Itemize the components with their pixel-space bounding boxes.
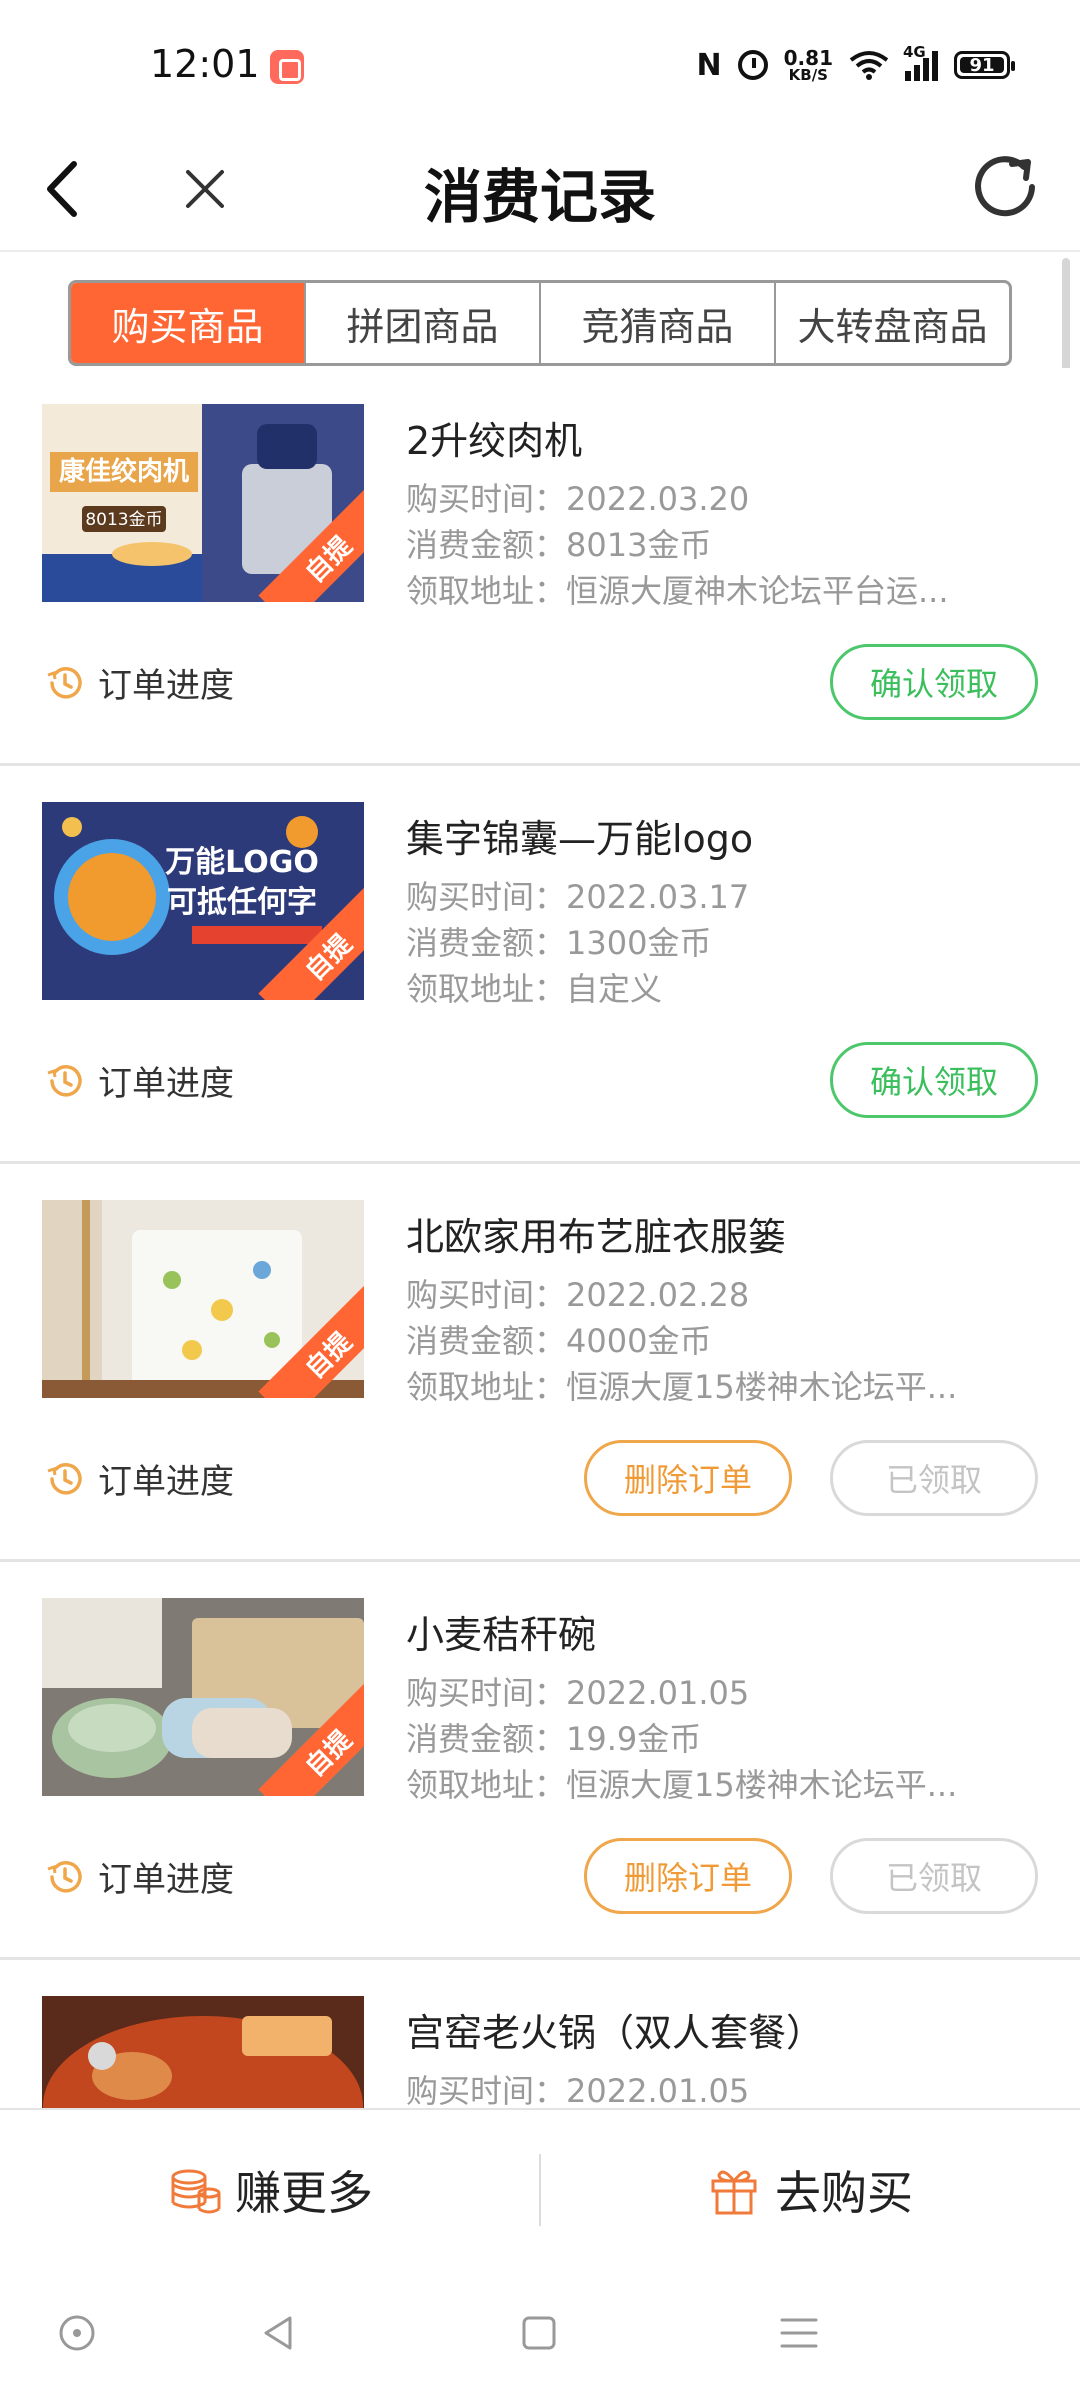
product-thumbnail[interactable]: 康佳绞肉机 8013金币 自提 — [42, 404, 364, 602]
earn-more-button[interactable]: 赚更多 — [0, 2110, 540, 2270]
signal-bar — [932, 51, 938, 81]
confirm-pickup-button[interactable]: 确认领取 — [830, 644, 1038, 720]
order-address: 领取地址：恒源大厦15楼神木论坛平... — [406, 1368, 958, 1406]
order-progress-label: 订单进度 — [98, 666, 234, 706]
status-icons: N 0.81 KB/S 4G 91 — [696, 40, 1015, 90]
cellular-signal-icon: 4G — [903, 43, 938, 81]
nfc-icon: N — [696, 47, 722, 83]
refresh-icon[interactable] — [966, 148, 1044, 226]
order-card: 自提 北欧家用布艺脏衣服篓 购买时间：2022.02.28 消费金额：4000金… — [0, 1164, 1080, 1562]
go-buy-button[interactable]: 去购买 — [540, 2110, 1080, 2270]
network-speed: 0.81 KB/S — [784, 48, 833, 83]
order-purchase-time: 购买时间：2022.02.28 — [406, 1276, 750, 1314]
order-address: 领取地址：恒源大厦15楼神木论坛平... — [406, 1766, 958, 1804]
product-thumbnail[interactable]: 万能LOGO 可抵任何字 自提 — [42, 802, 364, 1000]
coins-icon — [171, 2169, 221, 2214]
product-image — [42, 1996, 364, 2108]
order-progress-label: 订单进度 — [98, 1462, 234, 1502]
status-time: 12:01 — [150, 42, 260, 86]
nav-menu-icon[interactable] — [774, 2308, 824, 2358]
tab-group-buy[interactable]: 拼团商品 — [306, 283, 541, 363]
earn-more-label: 赚更多 — [235, 2166, 373, 2220]
battery-level: 91 — [969, 54, 995, 76]
order-progress-label: 订单进度 — [98, 1064, 234, 1104]
order-amount: 消费金额：8013金币 — [406, 526, 712, 564]
network-type: 4G — [903, 43, 926, 61]
delete-order-button[interactable]: 删除订单 — [584, 1838, 792, 1914]
order-purchase-time: 购买时间：2022.03.17 — [406, 878, 750, 916]
history-clock-icon — [47, 1860, 82, 1893]
order-progress-link[interactable]: 订单进度 — [44, 658, 234, 707]
product-thumbnail[interactable] — [42, 1996, 364, 2108]
signal-bar — [923, 58, 929, 81]
gift-icon — [711, 2170, 757, 2215]
product-thumbnail[interactable]: 自提 — [42, 1200, 364, 1398]
signal-bar — [905, 71, 911, 81]
wifi-icon — [849, 50, 889, 80]
order-purchase-time: 购买时间：2022.01.05 — [406, 1674, 750, 1712]
order-card: 宫窑老火锅（双人套餐） 购买时间：2022.01.05 — [0, 1960, 1080, 2108]
order-title[interactable]: 2升绞肉机 — [406, 410, 582, 465]
order-amount: 消费金额：4000金币 — [406, 1322, 712, 1360]
notification-app-icon — [270, 50, 304, 84]
order-title[interactable]: 宫窑老火锅（双人套餐） — [406, 2002, 824, 2057]
category-tabs: 购买商品 拼团商品 竞猜商品 大转盘商品 — [68, 280, 1012, 366]
order-progress-link[interactable]: 订单进度 — [44, 1454, 234, 1503]
delete-order-button[interactable]: 删除订单 — [584, 1440, 792, 1516]
history-clock-icon — [47, 1064, 82, 1097]
order-card: 康佳绞肉机 8013金币 自提 2升绞肉机 购买时间：2022.03.20 消费… — [0, 368, 1080, 766]
order-progress-link[interactable]: 订单进度 — [44, 1852, 234, 1901]
bottom-action-bar: 赚更多 去购买 — [0, 2108, 1080, 2268]
status-bar: 12:01 N 0.81 KB/S 4G 91 — [0, 0, 1080, 130]
go-buy-label: 去购买 — [775, 2166, 913, 2220]
order-address: 领取地址：自定义 — [406, 970, 663, 1008]
order-progress-label: 订单进度 — [98, 1860, 234, 1900]
nav-back-icon[interactable] — [254, 2308, 304, 2358]
thumb-text-2: 可抵任何字 — [167, 885, 317, 920]
thumb-text: 万能LOGO — [165, 845, 319, 880]
order-amount: 消费金额：1300金币 — [406, 924, 712, 962]
speed-value: 0.81 — [783, 45, 833, 70]
system-nav-bar — [0, 2268, 1080, 2400]
alarm-icon — [737, 50, 768, 80]
signal-bar — [914, 65, 920, 81]
speed-unit: KB/S — [788, 65, 828, 84]
thumb-price: 8013金币 — [85, 510, 162, 530]
history-clock-icon — [47, 1462, 82, 1495]
product-thumbnail[interactable]: 自提 — [42, 1598, 364, 1796]
history-clock-icon — [47, 666, 82, 699]
order-card: 自提 小麦秸秆碗 购买时间：2022.01.05 消费金额：19.9金币 领取地… — [0, 1562, 1080, 1960]
tab-guess[interactable]: 竞猜商品 — [541, 283, 776, 363]
order-title[interactable]: 集字锦囊—万能logo — [406, 808, 753, 863]
thumb-text: 康佳绞肉机 — [59, 456, 189, 487]
order-amount: 消费金额：19.9金币 — [406, 1720, 702, 1758]
tab-purchase[interactable]: 购买商品 — [71, 283, 306, 363]
order-progress-link[interactable]: 订单进度 — [44, 1056, 234, 1105]
page-title: 消费记录 — [423, 163, 656, 231]
tab-wheel[interactable]: 大转盘商品 — [776, 283, 1009, 363]
order-purchase-time: 购买时间：2022.03.20 — [406, 480, 750, 518]
order-card: 万能LOGO 可抵任何字 自提 集字锦囊—万能logo 购买时间：2022.03… — [0, 766, 1080, 1164]
picked-up-button: 已领取 — [830, 1838, 1038, 1914]
nav-home-icon[interactable] — [514, 2308, 564, 2358]
app-header: 消费记录 — [0, 130, 1080, 252]
confirm-pickup-button[interactable]: 确认领取 — [830, 1042, 1038, 1118]
assistant-icon[interactable] — [52, 2308, 102, 2358]
order-list: 康佳绞肉机 8013金币 自提 2升绞肉机 购买时间：2022.03.20 消费… — [0, 368, 1080, 2108]
order-address: 领取地址：恒源大厦神木论坛平台运... — [406, 572, 949, 610]
order-purchase-time: 购买时间：2022.01.05 — [406, 2072, 750, 2108]
order-title[interactable]: 小麦秸秆碗 — [406, 1604, 596, 1659]
picked-up-button: 已领取 — [830, 1440, 1038, 1516]
battery-icon: 91 — [954, 51, 1015, 79]
order-title[interactable]: 北欧家用布艺脏衣服篓 — [406, 1206, 786, 1261]
